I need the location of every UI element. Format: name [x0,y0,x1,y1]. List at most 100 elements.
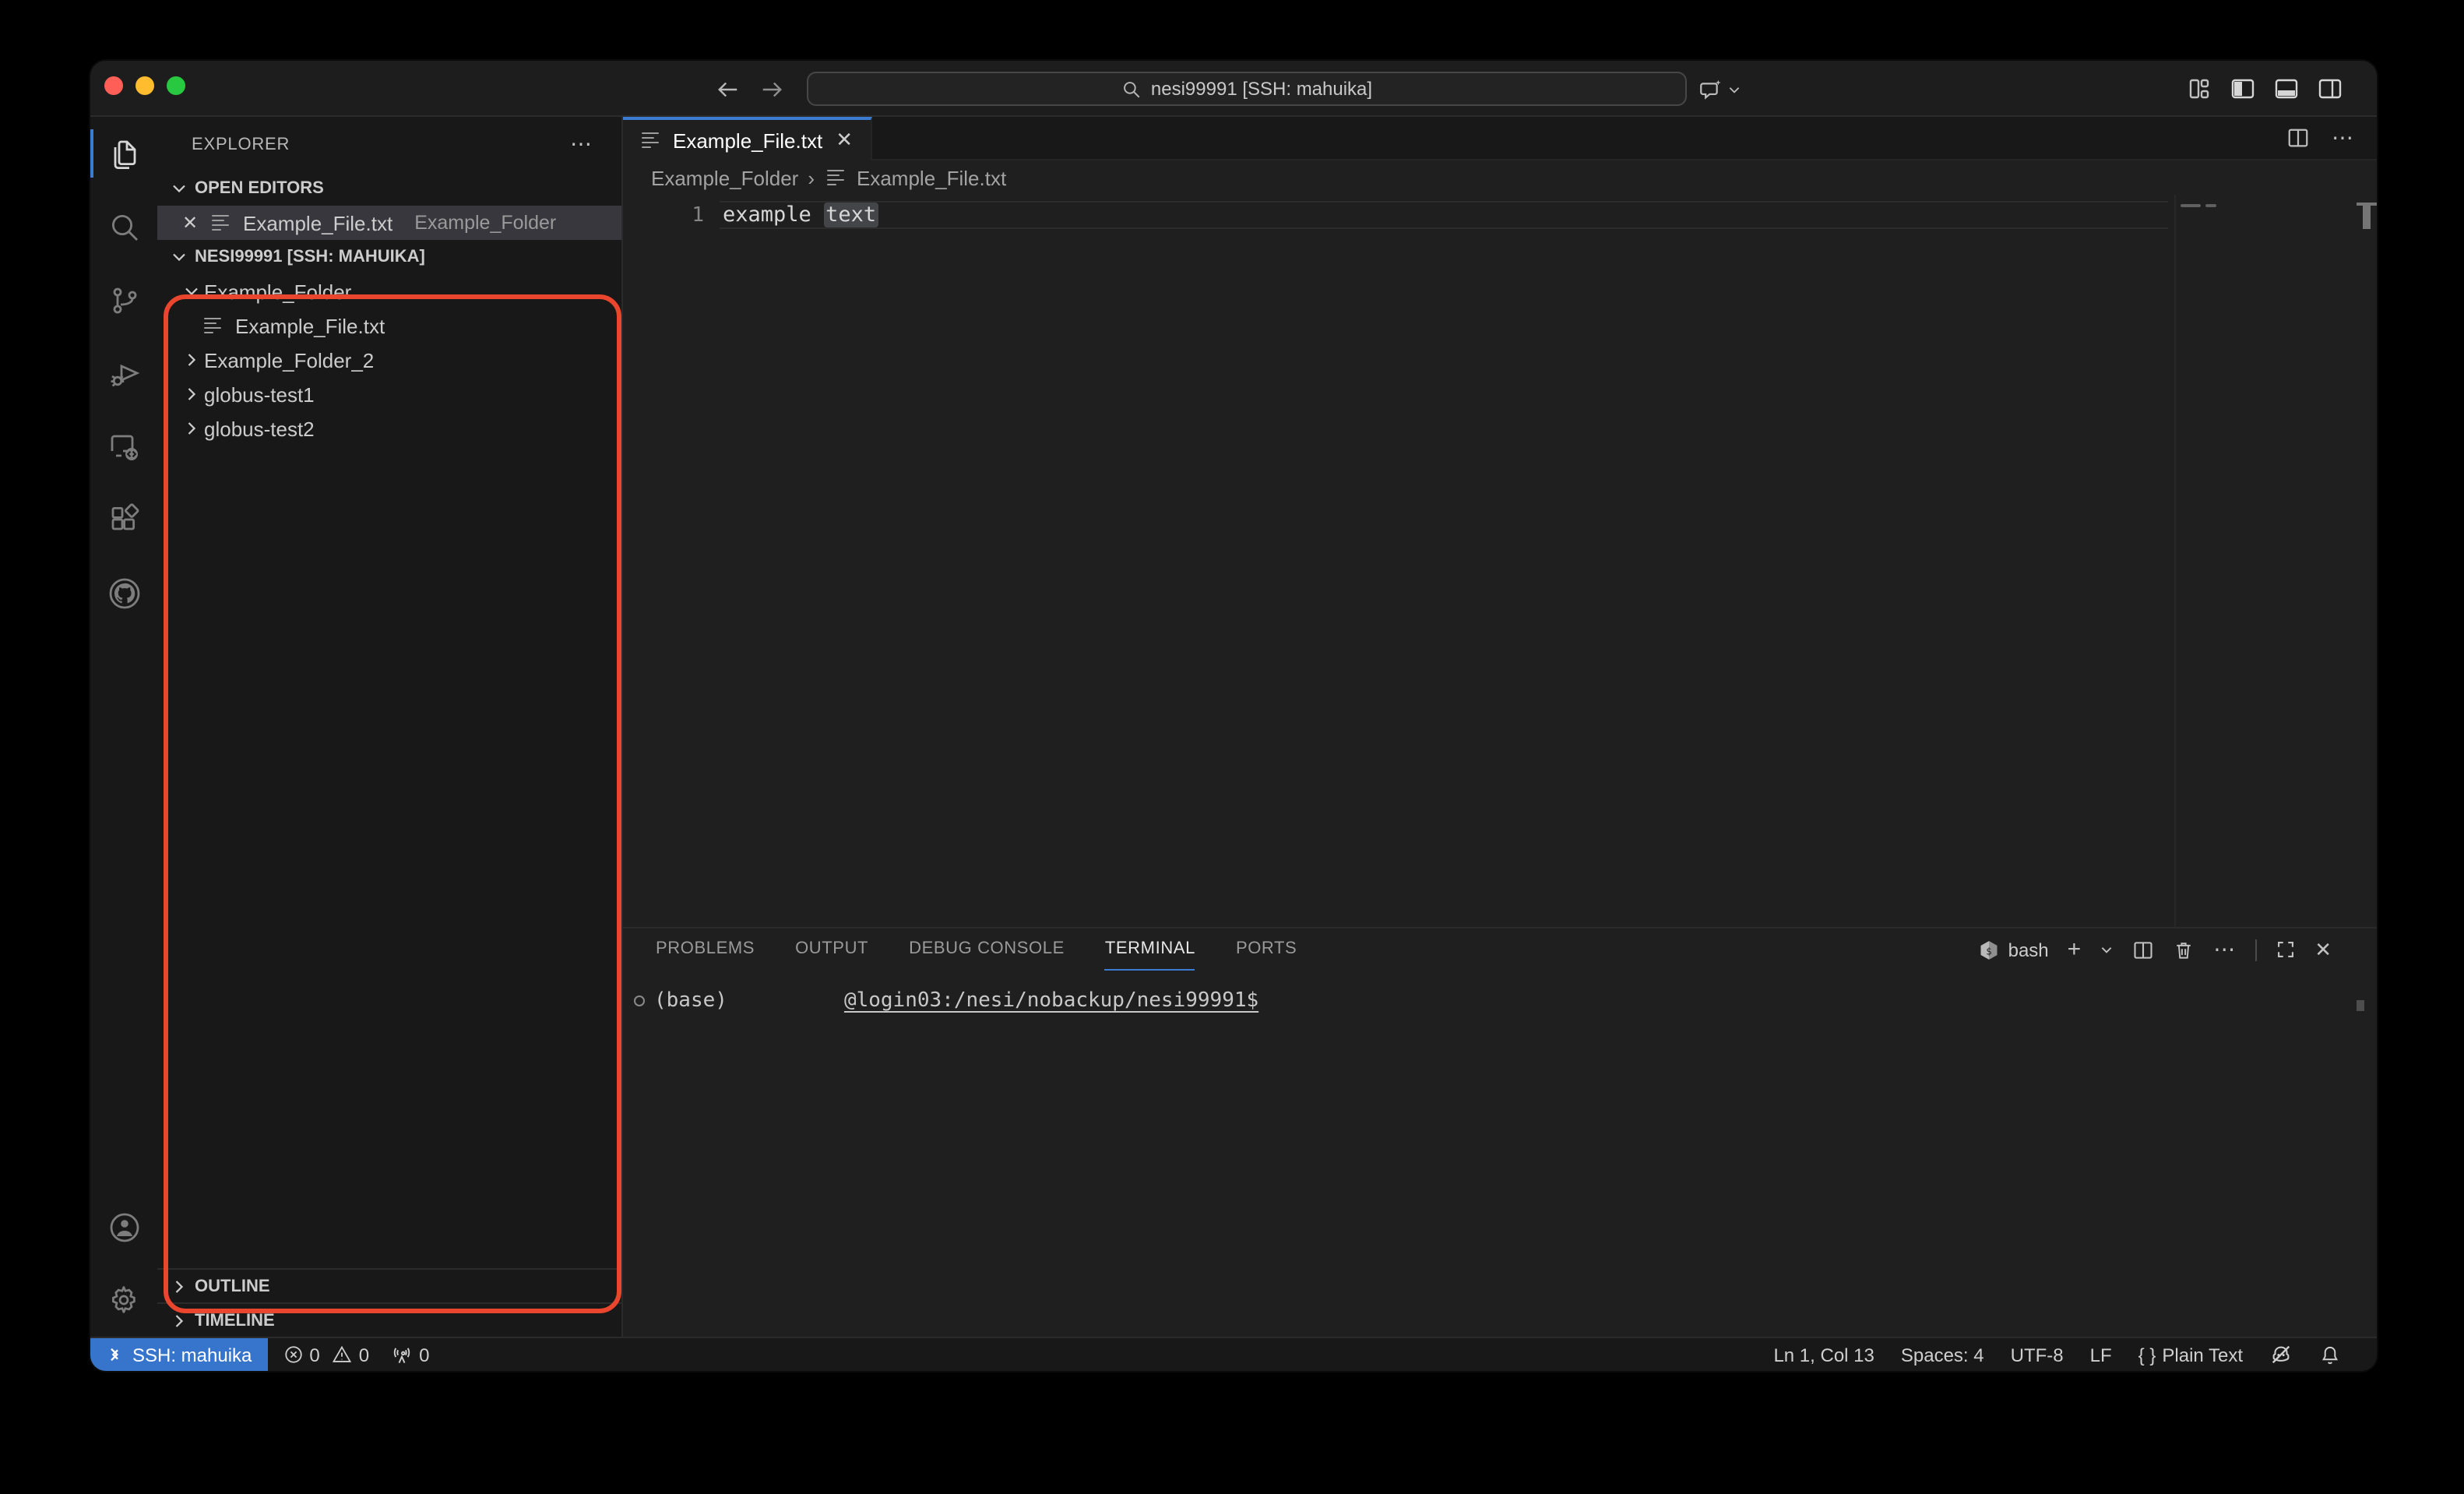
trash-icon [2173,939,2195,960]
workspace-section-header[interactable]: NESI99991 [SSH: MAHUIKA] [157,240,621,274]
toggle-secondary-sidebar-button[interactable] [2316,76,2343,102]
chevron-right-icon [179,418,204,439]
panel-left-icon [2230,76,2255,101]
close-panel-button[interactable]: ✕ [2314,937,2332,962]
close-window-button[interactable] [104,76,123,95]
split-editor-button[interactable] [2286,126,2310,150]
editor-content[interactable]: 1 example text [623,195,2377,927]
code-line: example text [723,203,878,229]
remote-icon [104,1344,125,1365]
notifications-button[interactable] [2319,1344,2341,1365]
breadcrumb-folder[interactable]: Example_Folder [651,166,798,189]
terminal-dropdown-button[interactable] [2100,943,2114,957]
chevron-down-icon [167,246,192,268]
activity-bar [90,117,157,1337]
customize-layout-button[interactable] [2185,76,2212,102]
activity-bar-spacer [90,629,157,1190]
navigate-back-button[interactable] [716,77,740,100]
navigate-forward-button[interactable] [760,77,783,100]
current-line-highlight [720,201,2168,229]
problems-status-item[interactable]: 0 0 [283,1344,369,1365]
open-editors-section-header[interactable]: OPEN EDITORS [157,171,621,206]
timeline-section-header[interactable]: TIMELINE [157,1302,621,1337]
explorer-more-actions-button[interactable]: ⋯ [570,131,593,157]
line-number: 1 [623,203,704,229]
toggle-panel-button[interactable] [2272,76,2299,102]
braces-icon: { } [2138,1344,2156,1365]
bottom-panel: PROBLEMS OUTPUT DEBUG CONSOLE TERMINAL P… [623,927,2377,1337]
copilot-disabled-button[interactable] [2269,1343,2293,1366]
outline-section-header[interactable]: OUTLINE [157,1268,621,1302]
language-label: Plain Text [2162,1344,2243,1365]
shell-integration-marker-icon [634,995,645,1006]
breadcrumb-file[interactable]: Example_File.txt [857,166,1006,189]
terminal-shell-selector[interactable]: $ bash [1979,939,2049,960]
close-editor-icon[interactable]: ✕ [179,212,201,234]
open-editor-description: Example_Folder [414,212,556,234]
tree-item-folder[interactable]: Example_Folder_2 [157,343,621,377]
language-mode-item[interactable]: { } Plain Text [2138,1344,2243,1365]
panel-tab-terminal[interactable]: TERMINAL [1105,928,1195,971]
minimap-line-mark [2205,204,2216,207]
tree-item-label: Example_File.txt [235,314,385,337]
bash-icon: $ [1979,939,2001,960]
encoding-item[interactable]: UTF-8 [2011,1344,2064,1365]
status-bar: SSH: mahuika 0 0 0 Ln 1, Col 13 Spaces: … [90,1337,2377,1371]
panel-tab-problems[interactable]: PROBLEMS [656,928,755,971]
open-editor-name: Example_File.txt [243,211,392,234]
terminal-more-actions-button[interactable]: ⋯ [2213,936,2237,963]
command-center[interactable]: nesi99991 [SSH: mahuika] [807,72,1687,106]
activity-settings-button[interactable] [90,1263,157,1337]
eol-item[interactable]: LF [2090,1344,2112,1365]
copilot-chat-button[interactable] [1698,70,1741,107]
panel-tab-debug-console[interactable]: DEBUG CONSOLE [909,928,1065,971]
overview-ruler[interactable] [2357,195,2377,927]
tree-item-folder[interactable]: globus-test1 [157,377,621,411]
terminal-viewport[interactable]: (base) @login03:/nesi/nobackup/nesi99991… [623,971,2377,1337]
activity-account-button[interactable] [90,1190,157,1263]
workbench: EXPLORER ⋯ OPEN EDITORS ✕ Example_File.t… [90,117,2377,1337]
editor-group: Example_File.txt ✕ ⋯ Example_Folder › Ex… [623,117,2377,1337]
terminal-scrollbar-thumb[interactable] [2357,1000,2364,1011]
ports-radio-tower-icon [391,1344,413,1365]
activity-explorer-button[interactable] [90,117,157,190]
maximize-panel-button[interactable] [2276,939,2296,960]
minimap[interactable] [2174,195,2357,927]
text-file-icon [827,167,847,189]
tree-item-label: globus-test2 [204,417,315,440]
activity-run-debug-button[interactable] [90,337,157,410]
new-terminal-button[interactable]: + [2068,936,2082,963]
tree-item-file[interactable]: Example_File.txt [157,308,621,343]
panel-tab-output[interactable]: OUTPUT [795,928,868,971]
error-icon [283,1344,303,1365]
open-editors-label: OPEN EDITORS [195,179,324,198]
tab-example-file[interactable]: Example_File.txt ✕ [623,117,872,160]
account-icon [105,1208,143,1246]
tree-item-folder[interactable]: Example_Folder [157,274,621,308]
activity-remote-explorer-button[interactable] [90,410,157,483]
ports-count: 0 [419,1344,429,1365]
panel-tab-ports[interactable]: PORTS [1236,928,1297,971]
chevron-right-icon [179,349,204,371]
kill-terminal-button[interactable] [2173,939,2195,960]
tree-item-folder[interactable]: globus-test2 [157,411,621,446]
open-editor-item[interactable]: ✕ Example_File.txt Example_Folder [157,206,621,240]
toggle-primary-sidebar-button[interactable] [2229,76,2255,102]
editor-more-actions-button[interactable]: ⋯ [2332,125,2355,151]
split-terminal-button[interactable] [2132,939,2154,960]
cursor-position-item[interactable]: Ln 1, Col 13 [1773,1344,1874,1365]
remote-indicator[interactable]: SSH: mahuika [90,1338,267,1371]
split-editor-icon [2286,126,2310,150]
minimize-window-button[interactable] [136,76,154,95]
activity-github-button[interactable] [90,556,157,629]
indentation-item[interactable]: Spaces: 4 [1901,1344,1984,1365]
remote-label: SSH: mahuika [132,1344,252,1365]
activity-extensions-button[interactable] [90,483,157,556]
run-debug-icon [105,354,143,392]
highlighted-word: text [824,203,878,227]
activity-source-control-button[interactable] [90,263,157,337]
zoom-window-button[interactable] [167,76,185,95]
ports-status-item[interactable]: 0 [391,1344,429,1365]
tab-close-button[interactable]: ✕ [833,128,855,153]
activity-search-button[interactable] [90,190,157,263]
